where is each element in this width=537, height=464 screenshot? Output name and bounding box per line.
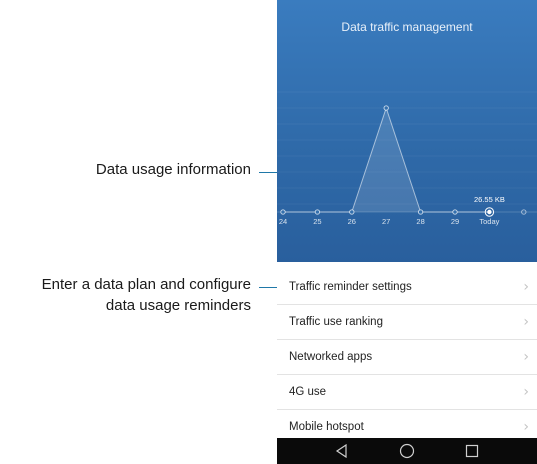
list-item-4g-use[interactable]: 4G use › (277, 375, 537, 410)
list-item-label: Mobile hotspot (289, 421, 364, 433)
back-button[interactable] (328, 441, 356, 461)
x-tick-label: 24 (279, 217, 287, 226)
chevron-right-icon: › (523, 279, 529, 295)
usage-chart: 24 25 26 27 28 29 Today 26.55 KB (277, 91, 537, 226)
chevron-right-icon: › (523, 384, 529, 400)
data-point (349, 209, 355, 215)
chevron-right-icon: › (523, 419, 529, 435)
data-point (417, 209, 424, 215)
x-tick-label: 26 (348, 217, 356, 226)
list-item-label: Traffic use ranking (289, 316, 383, 328)
data-point (383, 105, 389, 111)
chevron-right-icon: › (523, 349, 529, 365)
list-item-label: Networked apps (289, 351, 373, 363)
data-point (452, 209, 458, 215)
list-item-traffic-use-ranking[interactable]: Traffic use ranking › (277, 305, 537, 340)
x-tick-label: Today (479, 217, 499, 226)
phone-screen: Data traffic management 24 25 26 27 28 29 Toda… (277, 0, 537, 464)
data-plan-callout: Enter a data plan and configure data usa… (42, 274, 251, 316)
data-point (314, 209, 321, 215)
traffic-header: Data traffic management 24 25 26 27 28 29 Toda… (277, 0, 537, 262)
x-tick-label: 28 (416, 217, 424, 226)
today-point (487, 209, 492, 215)
system-nav-bar (277, 438, 537, 464)
recents-button[interactable] (458, 441, 486, 461)
list-item-label: 4G use (289, 386, 327, 398)
x-tick-label: 27 (382, 217, 390, 226)
data-usage-callout-text: Data usage information (95, 161, 251, 178)
x-tick-label: 25 (313, 217, 321, 226)
home-button[interactable] (393, 441, 421, 461)
data-plan-callout-line1: Enter a data plan and configure (41, 276, 251, 293)
today-value-label: 26.55 KB (474, 195, 505, 204)
chevron-right-icon: › (523, 314, 529, 330)
data-plan-callout-line2: data usage reminders (105, 297, 251, 314)
data-usage-callout: Data usage information (96, 159, 251, 180)
recents-icon (466, 444, 479, 458)
list-item-label: Traffic reminder settings (289, 281, 412, 293)
home-icon (399, 443, 415, 459)
list-item-networked-apps[interactable]: Networked apps › (277, 340, 537, 375)
x-tick-label: 29 (451, 217, 459, 226)
data-point (280, 209, 286, 215)
list-item-traffic-reminder-settings[interactable]: Traffic reminder settings › (277, 270, 537, 305)
settings-list: Traffic reminder settings › Traffic use … (277, 270, 537, 445)
back-icon (335, 444, 347, 458)
